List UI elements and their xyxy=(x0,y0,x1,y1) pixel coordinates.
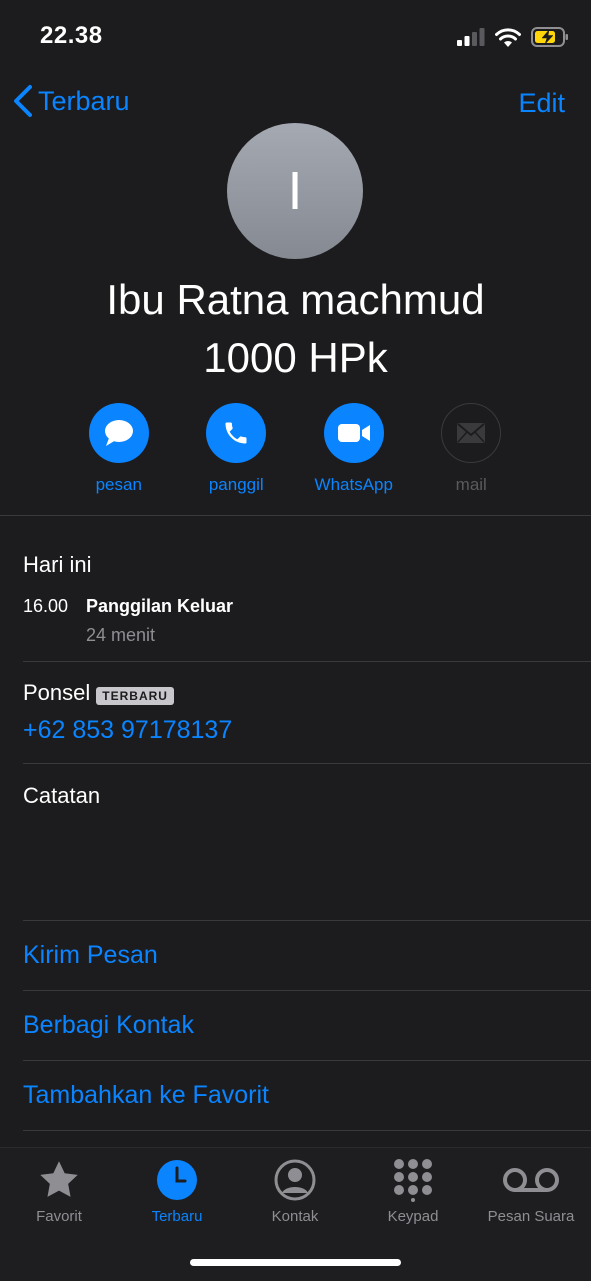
divider xyxy=(23,763,591,764)
phone-label-row: Ponsel TERBARU xyxy=(23,680,174,706)
divider xyxy=(0,515,591,516)
keypad-icon xyxy=(394,1159,432,1202)
message-button[interactable]: pesan xyxy=(60,403,178,495)
call-button-label: panggil xyxy=(208,475,264,494)
tab-terbaru-label: Terbaru xyxy=(151,1208,203,1225)
tab-pesan-suara-label: Pesan Suara xyxy=(487,1208,575,1225)
mail-icon xyxy=(457,423,486,443)
contact-actions: pesan panggil WhatsApp mail xyxy=(60,403,530,495)
home-indicator[interactable] xyxy=(190,1259,401,1266)
divider xyxy=(23,661,591,662)
send-message-link[interactable]: Kirim Pesan xyxy=(23,941,158,970)
back-button[interactable]: Terbaru xyxy=(12,84,130,118)
person-circle-icon xyxy=(274,1159,316,1201)
recent-call-time: 16.00 xyxy=(23,596,69,616)
divider xyxy=(23,990,591,991)
status-icons xyxy=(457,24,569,50)
notes-field[interactable] xyxy=(23,815,571,915)
battery-charging-icon xyxy=(531,27,568,47)
phone-number-link[interactable]: +62 853 97178137 xyxy=(23,716,232,745)
star-icon xyxy=(40,1161,78,1197)
tab-kontak[interactable]: Kontak xyxy=(236,1158,354,1225)
tab-kontak-label: Kontak xyxy=(271,1208,319,1225)
tab-keypad[interactable]: Keypad xyxy=(354,1158,472,1225)
status-time: 22.38 xyxy=(40,22,103,49)
divider xyxy=(23,920,591,921)
recent-call-type: Panggilan Keluar xyxy=(86,596,234,616)
share-contact-link[interactable]: Berbagi Kontak xyxy=(23,1011,194,1040)
wifi-icon xyxy=(495,27,521,47)
message-icon xyxy=(104,420,133,446)
add-favorite-link[interactable]: Tambahkan ke Favorit xyxy=(23,1081,269,1110)
phone-label: Ponsel xyxy=(23,680,91,705)
contact-name: Ibu Ratna machmud xyxy=(106,276,485,323)
back-label: Terbaru xyxy=(38,85,130,116)
avatar-initial: I xyxy=(287,161,303,221)
phone-icon xyxy=(225,422,247,444)
call-button[interactable]: panggil xyxy=(178,403,296,495)
tab-terbaru[interactable]: Terbaru xyxy=(118,1158,236,1225)
recent-badge: TERBARU xyxy=(96,686,174,705)
contact-avatar: I xyxy=(227,123,363,259)
tab-favorit-label: Favorit xyxy=(36,1208,82,1225)
recent-heading: Hari ini xyxy=(23,552,92,577)
video-icon xyxy=(337,424,370,442)
recent-call-duration: 24 menit xyxy=(86,625,156,645)
clock-icon xyxy=(157,1160,197,1200)
tab-pesan-suara[interactable]: Pesan Suara xyxy=(472,1158,590,1225)
signal-icon xyxy=(457,28,485,46)
whatsapp-button-label: WhatsApp xyxy=(314,475,393,494)
message-button-label: pesan xyxy=(95,475,142,494)
tab-favorit[interactable]: Favorit xyxy=(0,1158,118,1225)
notes-label: Catatan xyxy=(23,783,101,808)
contact-name-line2: 1000 HPk xyxy=(203,334,388,381)
chevron-left-icon xyxy=(14,85,32,117)
tab-keypad-label: Keypad xyxy=(387,1208,439,1225)
divider xyxy=(23,1060,591,1061)
divider xyxy=(23,1130,591,1131)
whatsapp-video-button[interactable]: WhatsApp xyxy=(295,403,413,495)
voicemail-icon xyxy=(503,1168,559,1192)
edit-button[interactable]: Edit xyxy=(518,88,565,119)
mail-button-label: mail xyxy=(455,475,487,494)
mail-button[interactable]: mail xyxy=(413,403,531,495)
